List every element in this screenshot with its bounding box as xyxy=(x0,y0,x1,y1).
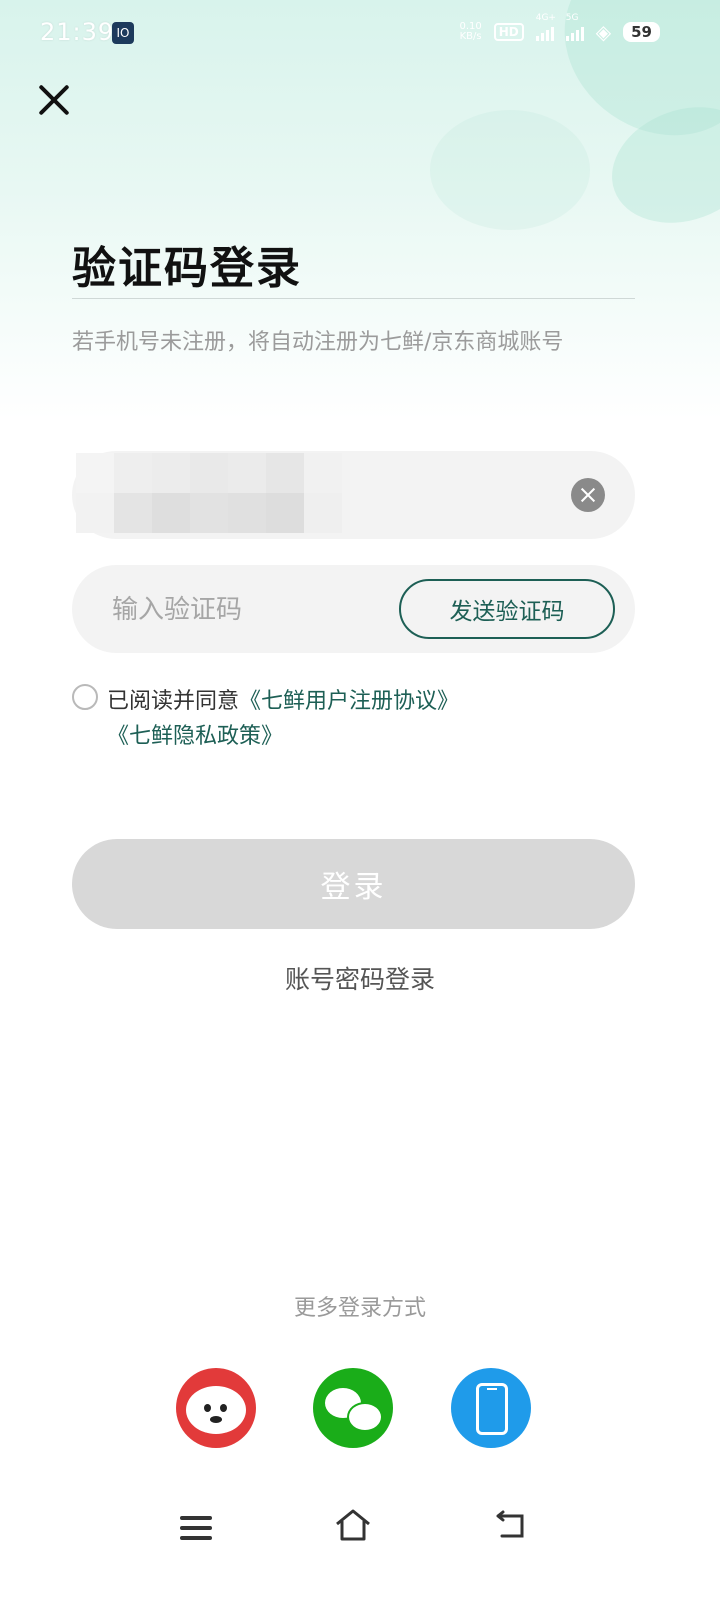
hd-voice-icon: HD xyxy=(493,23,524,41)
title-divider xyxy=(72,298,635,299)
notification-app-icon: IO xyxy=(112,22,134,44)
password-login-container: 账号密码登录 xyxy=(0,960,720,996)
status-time: 21:39 xyxy=(40,18,115,46)
jd-login-button[interactable] xyxy=(176,1368,256,1448)
system-navigation-bar xyxy=(0,1490,720,1570)
phone-icon xyxy=(476,1383,508,1435)
back-icon[interactable] xyxy=(494,1510,528,1540)
clear-input-icon[interactable] xyxy=(571,478,605,512)
battery-indicator: 59 xyxy=(623,22,660,42)
user-agreement-link[interactable]: 《七鲜用户注册协议》 xyxy=(239,689,459,714)
page-subtitle: 若手机号未注册，将自动注册为七鲜/京东商城账号 xyxy=(72,330,564,355)
agreement-checkbox[interactable] xyxy=(72,684,98,710)
menu-icon[interactable] xyxy=(180,1516,212,1540)
phone-number-field[interactable] xyxy=(72,451,635,539)
home-icon[interactable] xyxy=(334,1508,372,1542)
signal-4g-icon: 4G+ xyxy=(535,13,556,41)
verification-code-input[interactable] xyxy=(110,587,384,633)
wifi-icon: ◈ xyxy=(595,20,612,44)
agreement-prefix: 已阅读并同意 xyxy=(107,689,240,714)
privacy-policy-link[interactable]: 《七鲜隐私政策》 xyxy=(107,724,283,749)
close-icon[interactable] xyxy=(32,78,76,122)
more-login-title: 更多登录方式 xyxy=(293,1296,426,1321)
network-speed: 0.10 KB/s xyxy=(459,21,482,42)
signal-5g-icon: 5G xyxy=(565,13,584,41)
jd-mascot-icon xyxy=(186,1386,246,1434)
phone-login-button[interactable] xyxy=(451,1368,531,1448)
status-bar: 21:39 IO 0.10 KB/s HD 4G+ 5G ◈ 59 xyxy=(0,0,720,66)
status-indicators: 0.10 KB/s HD 4G+ 5G ◈ 59 xyxy=(459,13,660,44)
wechat-login-button[interactable] xyxy=(313,1368,393,1448)
page-title: 验证码登录 xyxy=(72,243,302,294)
agreement-text: 已阅读并同意《七鲜用户注册协议》 《七鲜隐私政策》 xyxy=(107,684,637,754)
decorative-leaf xyxy=(430,110,590,230)
login-button[interactable]: 登录 xyxy=(72,839,635,929)
send-code-button[interactable]: 发送验证码 xyxy=(399,579,615,639)
redacted-phone-number xyxy=(76,453,342,533)
verification-code-field: 发送验证码 xyxy=(72,565,635,653)
password-login-link[interactable]: 账号密码登录 xyxy=(285,960,435,996)
